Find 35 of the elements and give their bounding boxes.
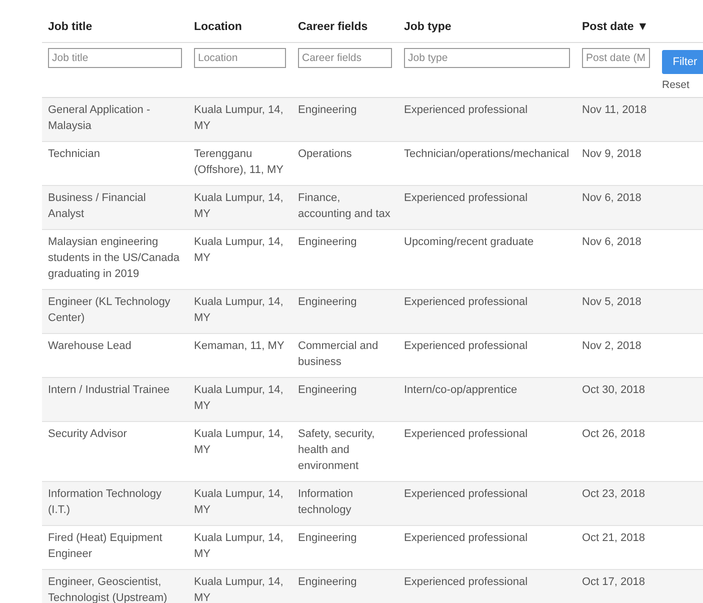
table-cell: Information technology [292, 482, 398, 526]
table-cell: Kuala Lumpur, 14, MY [188, 186, 292, 230]
table-cell: Experienced professional [398, 98, 576, 142]
table-cell: Kuala Lumpur, 14, MY [188, 378, 292, 422]
table-cell: Engineering [292, 290, 398, 334]
table-cell: Business / Financial Analyst [42, 186, 188, 230]
table-cell: Engineer (KL Technology Center) [42, 290, 188, 334]
table-cell: Experienced professional [398, 290, 576, 334]
table-cell: Engineering [292, 570, 398, 603]
table-cell: Information Technology (I.T.) [42, 482, 188, 526]
table-cell: Engineering [292, 378, 398, 422]
table-cell: Experienced professional [398, 482, 576, 526]
table-cell: Oct 23, 2018 [576, 482, 656, 526]
table-cell: Kuala Lumpur, 14, MY [188, 98, 292, 142]
table-cell: Oct 17, 2018 [576, 570, 656, 603]
filter-field[interactable]: Location [194, 48, 286, 68]
table-cell: Kuala Lumpur, 14, MY [188, 570, 292, 603]
table-cell: Engineering [292, 98, 398, 142]
table-cell: Nov 5, 2018 [576, 290, 656, 334]
table-cell: Oct 30, 2018 [576, 378, 656, 422]
filter-field[interactable]: Job type [404, 48, 570, 68]
table-cell: Intern/co-op/apprentice [398, 378, 576, 422]
table-cell: Nov 11, 2018 [576, 98, 656, 142]
table-cell: Kuala Lumpur, 14, MY [188, 482, 292, 526]
table-cell: Experienced professional [398, 186, 576, 230]
table-cell: Intern / Industrial Trainee [42, 378, 188, 422]
reset-link[interactable]: Reset [662, 77, 690, 94]
table-cell: Kuala Lumpur, 14, MY [188, 290, 292, 334]
filter-field[interactable]: Post date (M [582, 48, 650, 68]
filter-field[interactable]: Career fields [298, 48, 392, 68]
table-cell: Nov 6, 2018 [576, 186, 656, 230]
table-cell: Experienced professional [398, 570, 576, 603]
table-cell: General Application - Malaysia [42, 98, 188, 142]
table-cell: Finance, accounting and tax [292, 186, 398, 230]
filter-field[interactable]: Job title [48, 48, 182, 68]
